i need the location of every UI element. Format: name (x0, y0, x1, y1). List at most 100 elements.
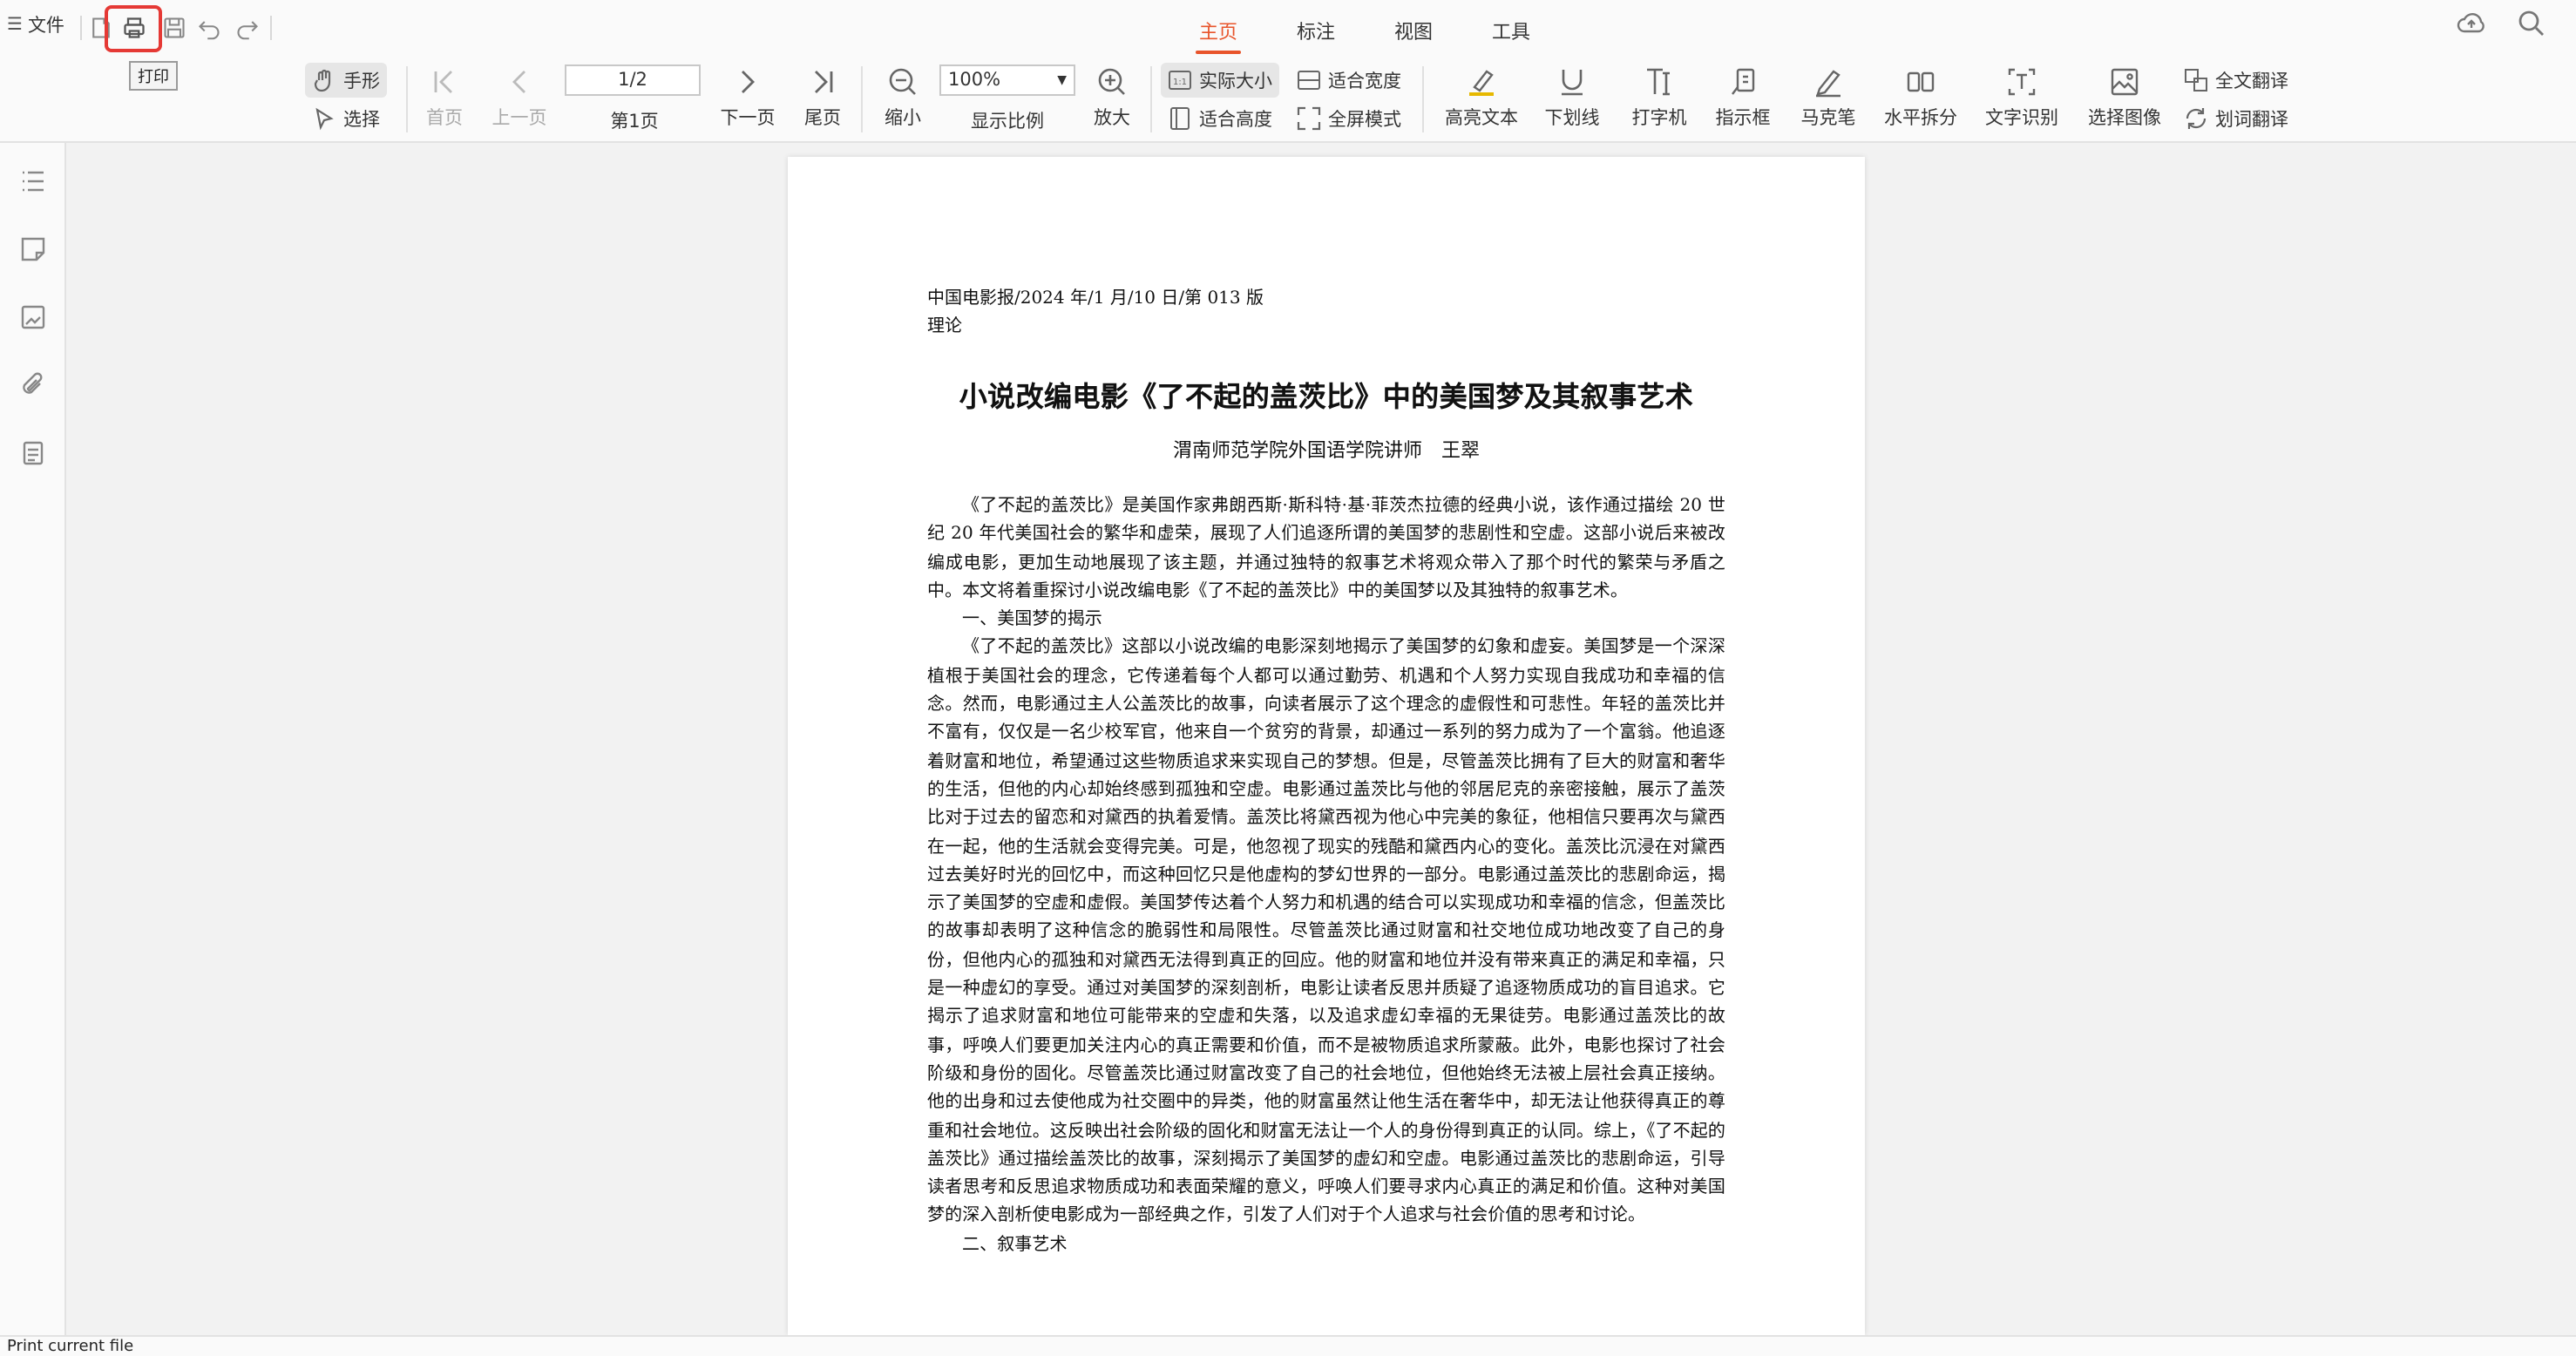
actual-size-button[interactable]: 1:1 实际大小 (1161, 63, 1279, 98)
zoom-in-label: 放大 (1094, 108, 1130, 129)
ocr-scan-icon (2004, 64, 2039, 99)
outline-list-icon[interactable] (19, 167, 47, 195)
first-page-label: 首页 (426, 108, 463, 129)
chevron-left-icon (502, 64, 537, 99)
fit-width-button[interactable]: 适合宽度 (1290, 63, 1408, 98)
pointer-box-button[interactable]: 指示框 (1712, 64, 1774, 131)
cursor-icon (312, 106, 336, 131)
ocr-label: 文字识别 (1985, 108, 2058, 129)
file-menu-label: 文件 (27, 16, 64, 37)
cloud-upload-icon[interactable] (2456, 7, 2487, 38)
highlighter-icon (1464, 64, 1499, 99)
status-bar: Print current file (0, 1335, 2576, 1356)
select-image-label: 选择图像 (2088, 108, 2161, 129)
divider (406, 66, 408, 132)
article-body: 《了不起的盖茨比》是美国作家弗朗西斯·斯科特·基·菲茨杰拉德的经典小说，该作通过… (927, 493, 1725, 1260)
full-translate-button[interactable]: 全文翻译 (2177, 63, 2295, 98)
annotation-list-icon[interactable] (19, 235, 47, 263)
first-page-button[interactable]: 首页 (424, 64, 465, 131)
refresh-translate-icon (2184, 106, 2208, 131)
print-tooltip: 打印 (129, 61, 179, 91)
file-menu-button[interactable]: ☰ 文件 (7, 12, 64, 38)
first-page-icon (427, 64, 462, 99)
tab-view[interactable]: 视图 (1394, 17, 1433, 45)
divider (1150, 66, 1152, 132)
attachment-icon[interactable] (19, 371, 47, 399)
zoom-in-icon (1095, 64, 1129, 99)
translate-icon (2184, 68, 2208, 92)
thumbnail-icon[interactable] (19, 303, 47, 331)
fit-width-icon (1297, 68, 1321, 92)
article-author: 渭南师范学院外国语学院讲师 王翠 (1173, 439, 1480, 462)
section-label: 理论 (927, 317, 962, 336)
last-page-button[interactable]: 尾页 (800, 64, 845, 131)
zoom-out-button[interactable]: 缩小 (880, 64, 925, 131)
full-translate-label: 全文翻译 (2215, 71, 2288, 92)
pointer-box-label: 指示框 (1715, 108, 1771, 129)
ocr-button[interactable]: 文字识别 (1980, 64, 2064, 131)
fit-height-label: 适合高度 (1199, 109, 1272, 130)
image-icon (2107, 64, 2142, 99)
select-image-button[interactable]: 选择图像 (2083, 64, 2166, 131)
word-translate-button[interactable]: 划词翻译 (2177, 101, 2295, 136)
typewriter-button[interactable]: 打字机 (1628, 64, 1691, 131)
highlight-text-button[interactable]: 高亮文本 (1440, 64, 1523, 131)
zoom-value: 100% (948, 70, 1001, 91)
typewriter-label: 打字机 (1631, 108, 1687, 129)
next-page-label: 下一页 (720, 108, 776, 129)
zoom-out-label: 缩小 (885, 108, 921, 129)
document-meta: 中国电影报/2024 年/1 月/10 日/第 013 版 理论 (927, 286, 1725, 342)
underline-label: 下划线 (1544, 108, 1600, 129)
paragraph: 《了不起的盖茨比》这部以小说改编的电影深刻地揭示了美国梦的幻象和虚妄。美国梦是一… (927, 638, 1725, 1226)
split-horizontal-label: 水平拆分 (1884, 108, 1957, 129)
left-sidebar (0, 143, 66, 1335)
prev-page-label: 上一页 (491, 108, 547, 129)
current-page-label: 第1页 (610, 112, 659, 132)
divider (270, 16, 272, 40)
fit-height-button[interactable]: 适合高度 (1161, 101, 1279, 136)
text-cursor-icon (1642, 64, 1677, 99)
tab-annotate[interactable]: 标注 (1297, 17, 1335, 45)
divider (861, 66, 863, 132)
page-info-icon[interactable] (19, 439, 47, 467)
save-icon[interactable] (160, 14, 188, 42)
fullscreen-icon (1297, 106, 1321, 131)
actual-size-label: 实际大小 (1199, 71, 1272, 92)
redo-icon[interactable] (234, 14, 261, 42)
tab-home[interactable]: 主页 (1196, 17, 1241, 54)
fit-width-label: 适合宽度 (1328, 71, 1401, 92)
paragraph: 《了不起的盖茨比》是美国作家弗朗西斯·斯科特·基·菲茨杰拉德的经典小说，该作通过… (927, 497, 1725, 601)
zoom-ratio-caption: 显示比例 (969, 108, 1046, 134)
prev-page-button[interactable]: 上一页 (490, 64, 549, 131)
split-columns-icon (1903, 64, 1938, 99)
print-button-highlight (105, 5, 162, 52)
highlight-text-label: 高亮文本 (1445, 108, 1518, 129)
split-horizontal-button[interactable]: 水平拆分 (1879, 64, 1963, 131)
chevron-right-icon (730, 64, 765, 99)
article-title: 小说改编电影《了不起的盖茨比》中的美国梦及其叙事艺术 (959, 380, 1694, 413)
divider (80, 16, 82, 40)
publication-info: 中国电影报/2024 年/1 月/10 日/第 013 版 (927, 289, 1264, 308)
actual-size-icon: 1:1 (1168, 68, 1192, 92)
underline-button[interactable]: 下划线 (1541, 64, 1603, 131)
last-page-label: 尾页 (804, 108, 841, 129)
marker-button[interactable]: 马克笔 (1797, 64, 1860, 131)
hand-icon (312, 68, 336, 92)
zoom-select[interactable]: 100% ▼ (939, 64, 1075, 96)
word-translate-label: 划词翻译 (2215, 109, 2288, 130)
fullscreen-button[interactable]: 全屏模式 (1290, 101, 1408, 136)
zoom-in-button[interactable]: 放大 (1089, 64, 1135, 131)
tab-tools[interactable]: 工具 (1492, 17, 1530, 45)
current-page-indicator: 第1页 (608, 108, 661, 134)
chevron-down-icon: ▼ (1057, 73, 1067, 87)
select-tool-button[interactable]: 选择 (305, 101, 387, 136)
hand-tool-button[interactable]: 手形 (305, 63, 387, 98)
zoom-out-icon (885, 64, 920, 99)
page-number-input[interactable]: 1/2 (565, 64, 701, 96)
undo-icon[interactable] (195, 14, 223, 42)
next-page-button[interactable]: 下一页 (716, 64, 779, 131)
search-icon[interactable] (2515, 7, 2546, 38)
fit-height-icon (1168, 106, 1192, 131)
zoom-ratio-label: 显示比例 (971, 112, 1044, 132)
document-page: 中国电影报/2024 年/1 月/10 日/第 013 版 理论 小说改编电影《… (788, 157, 1865, 1335)
